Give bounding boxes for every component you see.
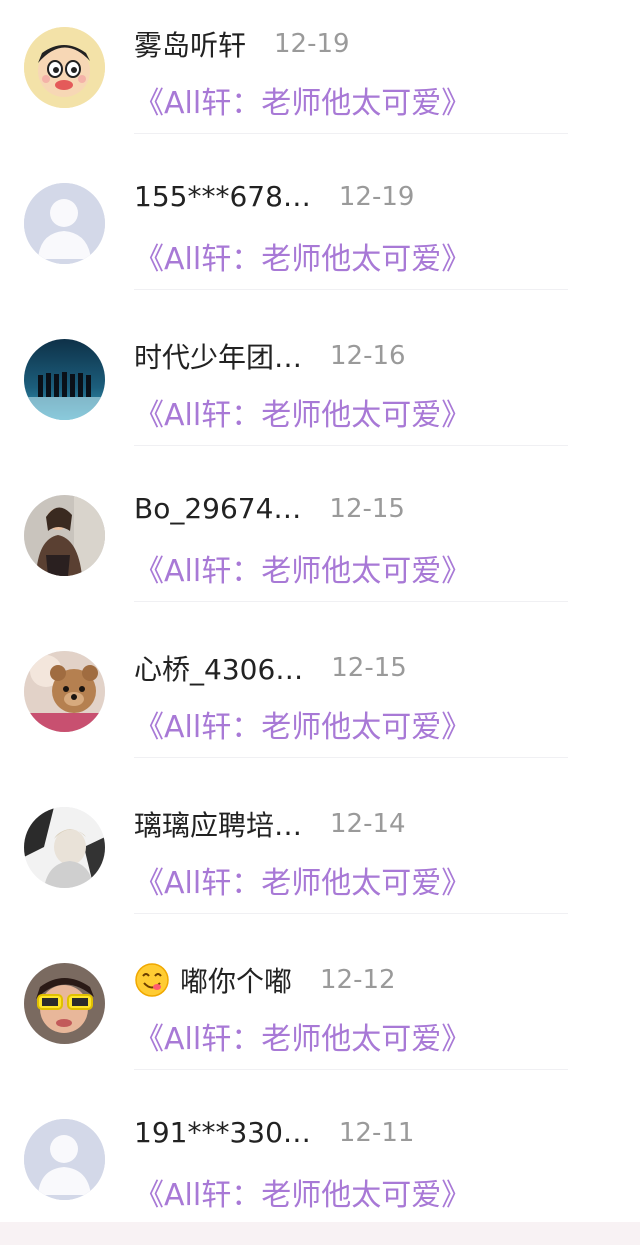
gift-date: 12-19 (338, 181, 415, 212)
user-name[interactable]: 雾岛听轩 (134, 24, 246, 64)
user-name-row: 时代少年团… 12-16 (134, 336, 406, 376)
book-title[interactable]: 《All轩：老师他太可爱》 (134, 1014, 471, 1058)
default-avatar-icon[interactable] (24, 183, 105, 264)
group-photo-avatar-icon[interactable] (24, 339, 105, 420)
sunglasses-avatar-icon[interactable] (24, 963, 105, 1044)
gift-date: 12-11 (338, 1117, 415, 1148)
user-name-row: 心桥_4306… 12-15 (134, 648, 407, 688)
divider (134, 133, 568, 134)
user-name-row: Bo_29674… 12-15 (134, 492, 405, 525)
user-name-row: 191***330… 12-11 (134, 1116, 414, 1149)
sketch-avatar-icon[interactable] (24, 807, 105, 888)
gift-date: 12-15 (329, 493, 405, 524)
list-item[interactable]: Bo_29674… 12-15 《All轩：老师他太可爱》 (0, 468, 640, 624)
list-item[interactable]: 璃璃应聘培… 12-14 《All轩：老师他太可爱》 (0, 780, 640, 936)
book-title[interactable]: 《All轩：老师他太可爱》 (134, 1170, 471, 1214)
list-item[interactable]: 时代少年团… 12-16 《All轩：老师他太可爱》 (0, 312, 640, 468)
list-item[interactable]: 嘟你个嘟 12-12 《All轩：老师他太可爱》 (0, 936, 640, 1092)
teddy-bear-avatar-icon[interactable] (24, 651, 105, 732)
divider (134, 913, 568, 914)
list-item[interactable]: 雾岛听轩 12-19 《All轩：老师他太可爱》 (0, 0, 640, 156)
gift-date: 12-16 (330, 341, 406, 371)
default-avatar-icon[interactable] (24, 1119, 105, 1200)
list-item[interactable]: 心桥_4306… 12-15 《All轩：老师他太可爱》 (0, 624, 640, 780)
divider (134, 1069, 568, 1070)
divider (134, 601, 568, 602)
list-item[interactable]: 155***678… 12-19 《All轩：老师他太可爱》 (0, 156, 640, 312)
user-name-row: 155***678… 12-19 (134, 180, 414, 213)
book-title[interactable]: 《All轩：老师他太可爱》 (134, 546, 471, 590)
user-name[interactable]: 155***678… (134, 180, 311, 213)
divider (134, 289, 568, 290)
book-title[interactable]: 《All轩：老师他太可爱》 (134, 702, 471, 746)
bottom-bar (0, 1222, 640, 1245)
gift-date: 12-14 (330, 809, 406, 839)
gift-date: 12-19 (274, 29, 350, 59)
user-name-row: 嘟你个嘟 12-12 (134, 960, 396, 1000)
user-name[interactable]: 嘟你个嘟 (180, 960, 292, 1000)
person-photo-avatar-icon[interactable] (24, 495, 105, 576)
user-name[interactable]: Bo_29674… (134, 492, 301, 525)
book-title[interactable]: 《All轩：老师他太可爱》 (134, 234, 471, 278)
book-title[interactable]: 《All轩：老师他太可爱》 (134, 858, 471, 902)
gift-date: 12-12 (320, 965, 396, 995)
yum-emoji-icon (134, 962, 170, 998)
book-title[interactable]: 《All轩：老师他太可爱》 (134, 78, 471, 122)
divider (134, 757, 568, 758)
user-name-row: 璃璃应聘培… 12-14 (134, 804, 406, 844)
user-name-row: 雾岛听轩 12-19 (134, 24, 350, 64)
user-name[interactable]: 时代少年团… (134, 336, 302, 376)
user-name[interactable]: 璃璃应聘培… (134, 804, 302, 844)
gift-date: 12-15 (331, 653, 407, 683)
divider (134, 445, 568, 446)
book-title[interactable]: 《All轩：老师他太可爱》 (134, 390, 471, 434)
user-name[interactable]: 191***330… (134, 1116, 311, 1149)
user-name[interactable]: 心桥_4306… (134, 648, 303, 688)
gift-list: 雾岛听轩 12-19 《All轩：老师他太可爱》 155***678… 12-1… (0, 0, 640, 1248)
cartoon-avatar-icon[interactable] (24, 27, 105, 108)
